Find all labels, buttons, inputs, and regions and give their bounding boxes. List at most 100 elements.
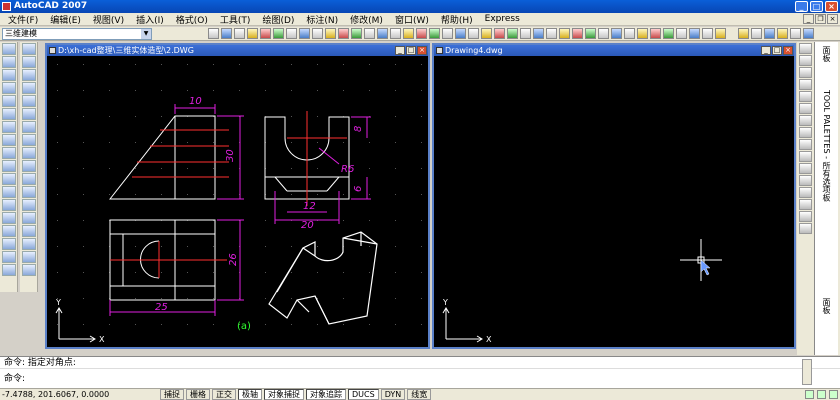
toolbar-tool-icon[interactable] (637, 28, 648, 39)
toolbar-tool-icon[interactable] (598, 28, 609, 39)
tool-palettes-label[interactable]: TOOL PALETTES - 所有选项板 (821, 90, 832, 202)
toolbar-tool-icon[interactable] (286, 28, 297, 39)
toolbar-tool-icon[interactable] (312, 28, 323, 39)
toolbar-tool-icon[interactable] (299, 28, 310, 39)
draw-tool-icon[interactable] (22, 108, 36, 120)
palette-tool-icon[interactable] (799, 67, 812, 78)
palette-tool-icon[interactable] (799, 103, 812, 114)
toolbar-tool-icon[interactable] (689, 28, 700, 39)
draw-tool-icon[interactable] (22, 56, 36, 68)
command-scrollbar[interactable] (802, 359, 812, 385)
draw-tool-icon[interactable] (2, 225, 16, 237)
draw-tool-icon[interactable] (22, 212, 36, 224)
toolbar-tool-icon[interactable] (650, 28, 661, 39)
draw-tool-icon[interactable] (2, 238, 16, 250)
palette-tool-icon[interactable] (799, 127, 812, 138)
draw-tool-icon[interactable] (2, 147, 16, 159)
drawing-2-canvas[interactable]: Y X (434, 56, 794, 347)
toolbar-tool-icon[interactable] (364, 28, 375, 39)
layer-tool-icon[interactable] (777, 28, 788, 39)
mdi-close-button[interactable]: × (827, 14, 838, 24)
toolbar-tool-icon[interactable] (611, 28, 622, 39)
status-toggle-button[interactable]: 对象捕捉 (264, 389, 304, 400)
menu-item[interactable]: Express (479, 14, 526, 24)
drawing-1-canvas[interactable]: 10 30 8 R6 6 12 20 26 25 (a) Y X (47, 56, 428, 347)
clean-screen-icon[interactable] (829, 390, 838, 399)
maximize-button[interactable]: □ (810, 1, 823, 12)
draw-tool-icon[interactable] (2, 95, 16, 107)
toolbar-tool-icon[interactable] (481, 28, 492, 39)
palette-tool-icon[interactable] (799, 187, 812, 198)
palette-tool-icon[interactable] (799, 43, 812, 54)
workspace-select[interactable]: 三维建模 ▼ (2, 28, 152, 40)
palette-tool-icon[interactable] (799, 55, 812, 66)
drawing-2-maximize-button[interactable]: □ (772, 46, 782, 55)
toolbar-tool-icon[interactable] (585, 28, 596, 39)
mdi-restore-button[interactable]: ❐ (815, 14, 826, 24)
menu-item[interactable]: 修改(M) (344, 13, 389, 26)
status-toggle-button[interactable]: 线宽 (407, 389, 432, 400)
draw-tool-icon[interactable] (2, 134, 16, 146)
toolbar-tool-icon[interactable] (572, 28, 583, 39)
draw-tool-icon[interactable] (2, 160, 16, 172)
draw-tool-icon[interactable] (2, 251, 16, 263)
draw-tool-icon[interactable] (22, 147, 36, 159)
status-toggle-button[interactable]: 极轴 (238, 389, 262, 400)
palette-tool-icon[interactable] (799, 151, 812, 162)
palette-tool-icon[interactable] (799, 175, 812, 186)
toolbar-tool-icon[interactable] (208, 28, 219, 39)
layer-tool-icon[interactable] (751, 28, 762, 39)
lock-icon[interactable] (805, 390, 814, 399)
toolbar-tool-icon[interactable] (715, 28, 726, 39)
toolbar-tool-icon[interactable] (702, 28, 713, 39)
toolbar-tool-icon[interactable] (494, 28, 505, 39)
palette-tool-icon[interactable] (799, 139, 812, 150)
draw-tool-icon[interactable] (22, 238, 36, 250)
mdi-minimize-button[interactable]: _ (803, 14, 814, 24)
layer-tool-icon[interactable] (738, 28, 749, 39)
draw-tool-icon[interactable] (2, 56, 16, 68)
status-toggle-button[interactable]: DYN (380, 389, 406, 400)
palette-tool-icon[interactable] (799, 211, 812, 222)
drawing-1-close-button[interactable]: × (417, 46, 427, 55)
toolbar-tool-icon[interactable] (260, 28, 271, 39)
coordinate-readout[interactable]: -7.4788, 201.6067, 0.0000 (0, 390, 160, 399)
layer-tool-icon[interactable] (790, 28, 801, 39)
close-button[interactable]: × (825, 1, 838, 12)
menu-item[interactable]: 工具(T) (214, 13, 257, 26)
toolbar-tool-icon[interactable] (559, 28, 570, 39)
palette-tool-icon[interactable] (799, 79, 812, 90)
draw-tool-icon[interactable] (2, 264, 16, 276)
status-toggle-button[interactable]: 对象追踪 (306, 389, 346, 400)
toolbar-tool-icon[interactable] (247, 28, 258, 39)
draw-tool-icon[interactable] (22, 69, 36, 81)
palette-tool-icon[interactable] (799, 115, 812, 126)
draw-tool-icon[interactable] (22, 95, 36, 107)
status-toggle-button[interactable]: 捕捉 (160, 389, 184, 400)
toolbar-tool-icon[interactable] (468, 28, 479, 39)
layer-tool-icon[interactable] (764, 28, 775, 39)
draw-tool-icon[interactable] (2, 82, 16, 94)
command-input[interactable]: 命令: (0, 373, 800, 386)
drawing-2-close-button[interactable]: × (783, 46, 793, 55)
toolbar-tool-icon[interactable] (234, 28, 245, 39)
toolbar-tool-icon[interactable] (533, 28, 544, 39)
toolbar-tool-icon[interactable] (676, 28, 687, 39)
toolbar-tool-icon[interactable] (455, 28, 466, 39)
toolbar-tool-icon[interactable] (273, 28, 284, 39)
menu-item[interactable]: 编辑(E) (44, 13, 87, 26)
palette-tool-icon[interactable] (799, 223, 812, 234)
drawing-window-1[interactable]: D:\xh-cad整理\三维实体造型\2.DWG _ □ × 10 30 8 R… (45, 43, 430, 349)
menu-item[interactable]: 帮助(H) (435, 13, 479, 26)
panel-label-bottom[interactable]: 面板 (821, 298, 832, 314)
draw-tool-icon[interactable] (2, 173, 16, 185)
palette-strip[interactable]: 面板 TOOL PALETTES - 所有选项板 面板 (814, 42, 838, 355)
toolbar-tool-icon[interactable] (507, 28, 518, 39)
menu-item[interactable]: 视图(V) (87, 13, 130, 26)
chevron-down-icon[interactable]: ▼ (141, 29, 151, 39)
minimize-button[interactable]: _ (795, 1, 808, 12)
menu-item[interactable]: 文件(F) (2, 13, 44, 26)
draw-tool-icon[interactable] (2, 199, 16, 211)
draw-tool-icon[interactable] (2, 69, 16, 81)
palette-tool-icon[interactable] (799, 163, 812, 174)
